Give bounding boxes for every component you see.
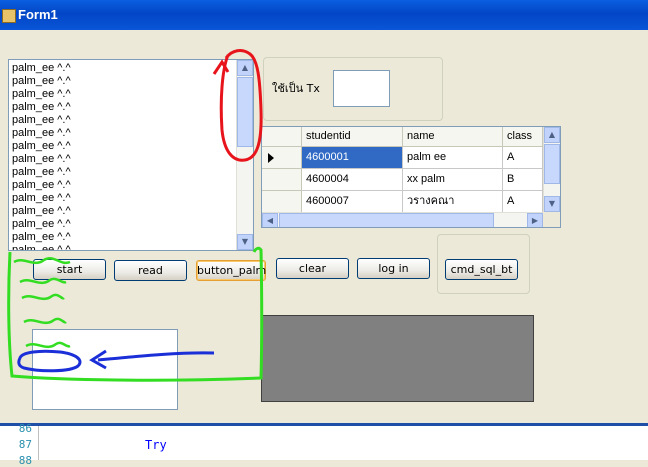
list-item[interactable]: palm_ee ^.^ <box>12 179 71 192</box>
grid-cell[interactable]: 4600001 <box>302 147 403 169</box>
scroll-thumb[interactable] <box>237 77 253 147</box>
list-item[interactable]: palm_ee ^.^ <box>12 101 71 114</box>
list-item[interactable]: palm_ee ^.^ <box>12 140 71 153</box>
grid-cell[interactable]: A <box>503 147 543 169</box>
column-header-class[interactable]: class <box>503 127 543 147</box>
grid-vertical-scrollbar[interactable]: ▲ ▼ <box>543 127 560 212</box>
output-listbox[interactable]: palm_ee ^.^ palm_ee ^.^ palm_ee ^.^ palm_ee… <box>8 59 254 251</box>
line-number: 86 <box>18 422 32 435</box>
grid-cell[interactable]: 4600004 <box>302 169 403 191</box>
scroll-thumb[interactable] <box>279 213 494 227</box>
start-button[interactable]: start <box>33 259 106 280</box>
grid-cell[interactable]: วรางคณา <box>403 191 503 213</box>
scroll-down-arrow-icon[interactable]: ▼ <box>544 196 560 212</box>
scroll-left-arrow-icon[interactable]: ◀ <box>262 213 278 227</box>
list-item[interactable]: palm_ee ^.^ <box>12 192 71 205</box>
title-bar: Form1 <box>0 0 648 30</box>
list-item[interactable]: palm_ee ^.^ <box>12 127 71 140</box>
scroll-right-arrow-icon[interactable]: ▶ <box>527 213 543 227</box>
code-keyword: Try <box>145 438 167 452</box>
list-item[interactable]: palm_ee ^.^ <box>12 205 71 218</box>
grid-cell[interactable]: palm ee <box>403 147 503 169</box>
scroll-thumb[interactable] <box>544 144 560 184</box>
list-item[interactable]: palm_ee ^.^ <box>12 153 71 166</box>
current-row-arrow-icon <box>268 153 274 163</box>
line-number-gutter: 86 87 88 <box>0 422 39 467</box>
button-palm[interactable]: button_palm <box>196 260 266 281</box>
list-item[interactable]: palm_ee ^.^ <box>12 166 71 179</box>
tx-label: ใช้เป็น Tx <box>272 82 320 95</box>
line-number: 88 <box>18 454 32 467</box>
row-header[interactable] <box>262 191 302 213</box>
row-header[interactable] <box>262 147 302 169</box>
grid-horizontal-scrollbar[interactable]: ◀ ▶ <box>262 212 543 227</box>
picture-box <box>32 329 178 410</box>
list-item[interactable]: palm_ee ^.^ <box>12 88 71 101</box>
app-icon <box>2 9 16 23</box>
list-item[interactable]: palm_ee ^.^ <box>12 62 71 75</box>
grid-scroll-corner <box>543 212 560 227</box>
clear-button[interactable]: clear <box>276 258 349 279</box>
listbox-vertical-scrollbar[interactable]: ▲ ▼ <box>236 60 253 250</box>
window-title: Form1 <box>18 7 58 22</box>
grid-cell[interactable]: xx palm <box>403 169 503 191</box>
cmd-sql-button[interactable]: cmd_sql_bt <box>445 259 518 280</box>
code-editor[interactable]: 86 87 88 Try <box>0 422 648 467</box>
grid-cell[interactable]: 4600007 <box>302 191 403 213</box>
column-header-name[interactable]: name <box>403 127 503 147</box>
list-item[interactable]: palm_ee ^.^ <box>12 218 71 231</box>
gray-panel <box>261 315 534 402</box>
scroll-down-arrow-icon[interactable]: ▼ <box>237 234 253 250</box>
scroll-up-arrow-icon[interactable]: ▲ <box>237 60 253 76</box>
tx-textbox[interactable] <box>333 70 390 107</box>
row-header[interactable] <box>262 169 302 191</box>
list-item[interactable]: palm_ee ^.^ <box>12 244 71 250</box>
list-item[interactable]: palm_ee ^.^ <box>12 114 71 127</box>
list-item[interactable]: palm_ee ^.^ <box>12 75 71 88</box>
grid-corner-header <box>262 127 302 147</box>
student-datagrid[interactable]: studentid name class 4600001 palm ee A 4… <box>261 126 561 228</box>
list-item[interactable]: palm_ee ^.^ <box>12 231 71 244</box>
column-header-studentid[interactable]: studentid <box>302 127 403 147</box>
line-number: 87 <box>18 438 32 451</box>
scroll-up-arrow-icon[interactable]: ▲ <box>544 127 560 143</box>
grid-cell[interactable]: B <box>503 169 543 191</box>
login-button[interactable]: log in <box>357 258 430 279</box>
read-button[interactable]: read <box>114 260 187 281</box>
grid-cell[interactable]: A <box>503 191 543 213</box>
